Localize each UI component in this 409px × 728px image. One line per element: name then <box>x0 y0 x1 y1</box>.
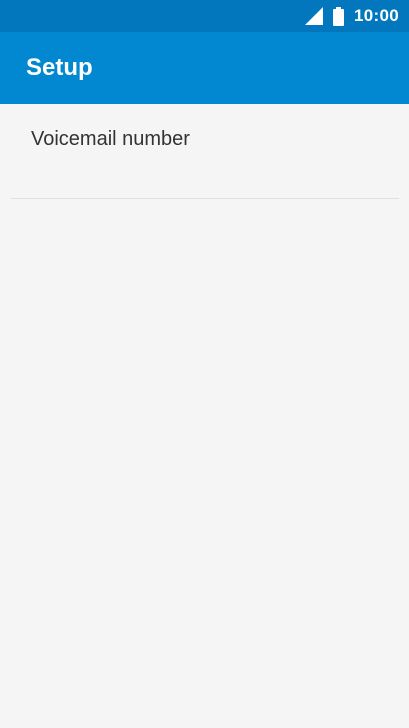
battery-icon <box>333 6 345 26</box>
page-title: Setup <box>26 54 93 81</box>
status-bar: 10:00 <box>0 0 409 32</box>
status-clock: 10:00 <box>354 6 399 25</box>
divider <box>11 198 399 199</box>
signal-icon <box>305 7 324 25</box>
list-item-label: Voicemail number <box>31 128 190 150</box>
list-item-voicemail-number[interactable]: Voicemail number <box>0 104 409 198</box>
status-icons: 10:00 <box>305 0 399 32</box>
app-bar: Setup <box>0 32 409 104</box>
content-area: Voicemail number <box>0 104 409 728</box>
